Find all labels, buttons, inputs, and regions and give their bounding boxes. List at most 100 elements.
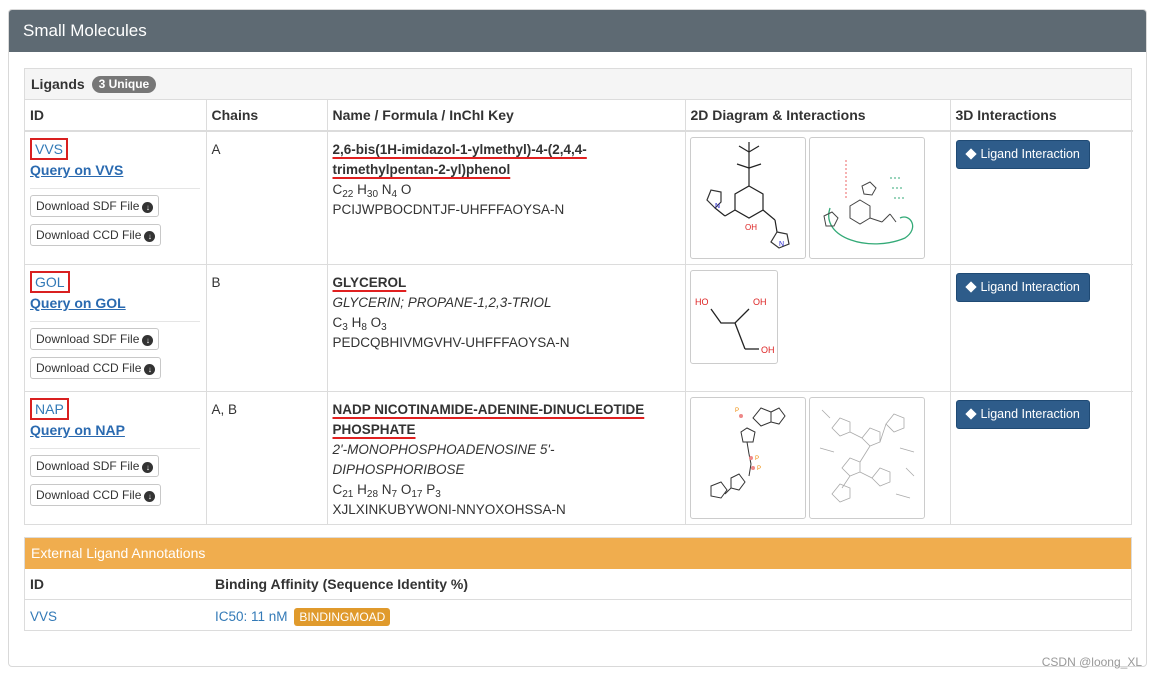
chains-vvs: A xyxy=(205,130,327,265)
download-ccd-label: Download CCD File xyxy=(36,228,142,242)
formula-element: P xyxy=(426,482,436,497)
formula-element: N xyxy=(381,182,392,197)
download-ccd-label: Download CCD File xyxy=(36,488,142,502)
formula-element: N xyxy=(381,482,392,497)
download-sdf-button-vvs[interactable]: Download SDF File ↓ xyxy=(30,195,160,217)
download-sdf-button-nap[interactable]: Download SDF File ↓ xyxy=(30,455,160,477)
inchi-key-gol: PEDCQBHIVMGVHV-UHFFFAOYSA-N xyxy=(332,335,570,350)
ligand-row-gol: GOL Query on GOL Download SDF File ↓ Down… xyxy=(25,264,1133,392)
download-ccd-button-vvs[interactable]: Download CCD File ↓ xyxy=(30,224,162,246)
ligand-name-line2: PHOSPHATE xyxy=(332,422,416,437)
formula-element: O xyxy=(400,482,412,497)
ligand-interaction-button-nap[interactable]: Ligand Interaction xyxy=(955,400,1090,429)
formula-count: 4 xyxy=(391,189,398,200)
ligand-id-link-nap[interactable]: NAP xyxy=(30,398,69,420)
formula-element: O xyxy=(370,315,382,330)
formula-count: 7 xyxy=(391,489,398,500)
panel-title: Small Molecules xyxy=(9,10,1146,52)
ligands-title: Ligands xyxy=(31,76,85,92)
formula-count: 3 xyxy=(435,489,441,500)
download-icon: ↓ xyxy=(142,335,154,346)
ligand-name-line1: 2,6-bis(1H-imidazol-1-ylmethyl)-4-(2,4,4… xyxy=(332,142,587,157)
watermark: CSDN @loong_XL xyxy=(1041,655,1142,669)
formula-count: 22 xyxy=(342,189,354,200)
ligand-name-line1: NADP NICOTINAMIDE-ADENINE-DINUCLEOTIDE xyxy=(332,402,645,417)
col-header-id: ID xyxy=(25,100,206,132)
download-ccd-button-nap[interactable]: Download CCD File ↓ xyxy=(30,484,162,506)
2d-diagram-gol[interactable]: HO OH OH xyxy=(689,270,778,364)
download-sdf-label: Download SDF File xyxy=(36,332,140,346)
formula-element: H xyxy=(357,182,367,197)
formula-count: 28 xyxy=(366,489,379,500)
cube-icon xyxy=(964,281,977,293)
download-icon: ↓ xyxy=(144,231,156,242)
download-sdf-button-gol[interactable]: Download SDF File ↓ xyxy=(30,328,160,350)
svg-text:N: N xyxy=(779,241,784,248)
col-header-3d: 3D Interactions xyxy=(949,100,1133,132)
download-ccd-label: Download CCD File xyxy=(36,361,142,375)
formula-count: 17 xyxy=(411,489,423,500)
ligand-interaction-button-gol[interactable]: Ligand Interaction xyxy=(955,273,1090,302)
chains-gol: B xyxy=(205,264,327,392)
col-header-chains: Chains xyxy=(205,100,327,132)
ligand-name-line2: trimethylpentan-2-yl)phenol xyxy=(332,162,511,177)
external-id-link[interactable]: VVS xyxy=(30,609,57,624)
formula-element: C xyxy=(332,315,343,330)
download-icon: ↓ xyxy=(142,202,154,213)
formula-count: 8 xyxy=(361,322,367,333)
ligands-table-box: Ligands 3 Unique ID Chains Name / Formul… xyxy=(24,68,1133,525)
ligand-interaction-label: Ligand Interaction xyxy=(980,280,1080,294)
inchi-key-vvs: PCIJWPBOCDNTJF-UHFFFAOYSA-N xyxy=(332,202,565,217)
ligand-synonyms: GLYCERIN; PROPANE-1,2,3-TRIOL xyxy=(332,295,552,310)
external-row-vvs: VVS IC50: 11 nM BINDINGMOAD xyxy=(25,600,1131,631)
ligand-interaction-label: Ligand Interaction xyxy=(980,407,1080,421)
svg-text:P: P xyxy=(755,456,759,462)
formula-element: O xyxy=(400,182,412,197)
unique-count-badge: 3 Unique xyxy=(91,76,157,93)
formula-count: 30 xyxy=(366,189,379,200)
divider xyxy=(30,448,200,449)
col-header-2d: 2D Diagram & Interactions xyxy=(684,100,950,132)
ligand-interaction-button-vvs[interactable]: Ligand Interaction xyxy=(955,140,1090,169)
query-link-vvs[interactable]: Query on VVS xyxy=(30,160,201,180)
download-icon: ↓ xyxy=(144,491,156,502)
svg-text:OH: OH xyxy=(761,345,775,355)
binding-affinity-link[interactable]: IC50: 11 nM xyxy=(215,609,288,624)
ligands-header: Ligands 3 Unique xyxy=(25,69,1131,100)
interaction-diagram-vvs[interactable] xyxy=(808,137,925,259)
download-icon: ↓ xyxy=(144,364,156,375)
ligand-name-line1: GLYCEROL xyxy=(332,275,407,290)
2d-diagram-vvs[interactable]: OH N N xyxy=(689,137,806,259)
divider xyxy=(30,321,200,322)
formula-gol: C3 H8 O3 xyxy=(332,315,387,333)
download-icon: ↓ xyxy=(142,462,154,473)
ligand-id-link-gol[interactable]: GOL xyxy=(30,271,70,293)
ligand-row-nap: NAP Query on NAP Download SDF File ↓ Down… xyxy=(25,391,1133,524)
formula-count: 21 xyxy=(342,489,354,500)
svg-text:OH: OH xyxy=(753,297,767,307)
download-sdf-label: Download SDF File xyxy=(36,199,140,213)
2d-diagram-nap[interactable]: P P P xyxy=(689,397,806,519)
formula-vvs: C22 H30 N4 O xyxy=(332,182,412,200)
ligand-row-vvs: VVS Query on VVS Download SDF File ↓ Down… xyxy=(25,130,1133,265)
download-sdf-label: Download SDF File xyxy=(36,459,140,473)
ligand-interaction-label: Ligand Interaction xyxy=(980,147,1080,161)
interaction-diagram-nap[interactable] xyxy=(808,397,925,519)
external-annotations-title: External Ligand Annotations xyxy=(25,538,1131,569)
download-ccd-button-gol[interactable]: Download CCD File ↓ xyxy=(30,357,162,379)
external-annotations-table: ID Binding Affinity (Sequence Identity %… xyxy=(25,569,1131,630)
query-link-gol[interactable]: Query on GOL xyxy=(30,293,201,313)
ligand-id-link-vvs[interactable]: VVS xyxy=(30,138,69,160)
query-link-nap[interactable]: Query on NAP xyxy=(30,420,201,440)
formula-element: C xyxy=(332,482,343,497)
col-header-name: Name / Formula / InChI Key xyxy=(326,100,685,132)
formula-element: H xyxy=(351,315,362,330)
svg-text:OH: OH xyxy=(745,223,757,232)
ligands-header-row: ID Chains Name / Formula / InChI Key 2D … xyxy=(25,100,1133,132)
formula-element: C xyxy=(332,182,343,197)
divider xyxy=(30,188,200,189)
ligand-synonyms: 2'-MONOPHOSPHOADENOSINE 5'-DIPHOSPHORIBO… xyxy=(332,442,555,477)
formula-nap: C21 H28 N7 O17 P3 xyxy=(332,482,441,500)
svg-text:N: N xyxy=(715,203,720,210)
ext-col-id: ID xyxy=(25,569,210,600)
